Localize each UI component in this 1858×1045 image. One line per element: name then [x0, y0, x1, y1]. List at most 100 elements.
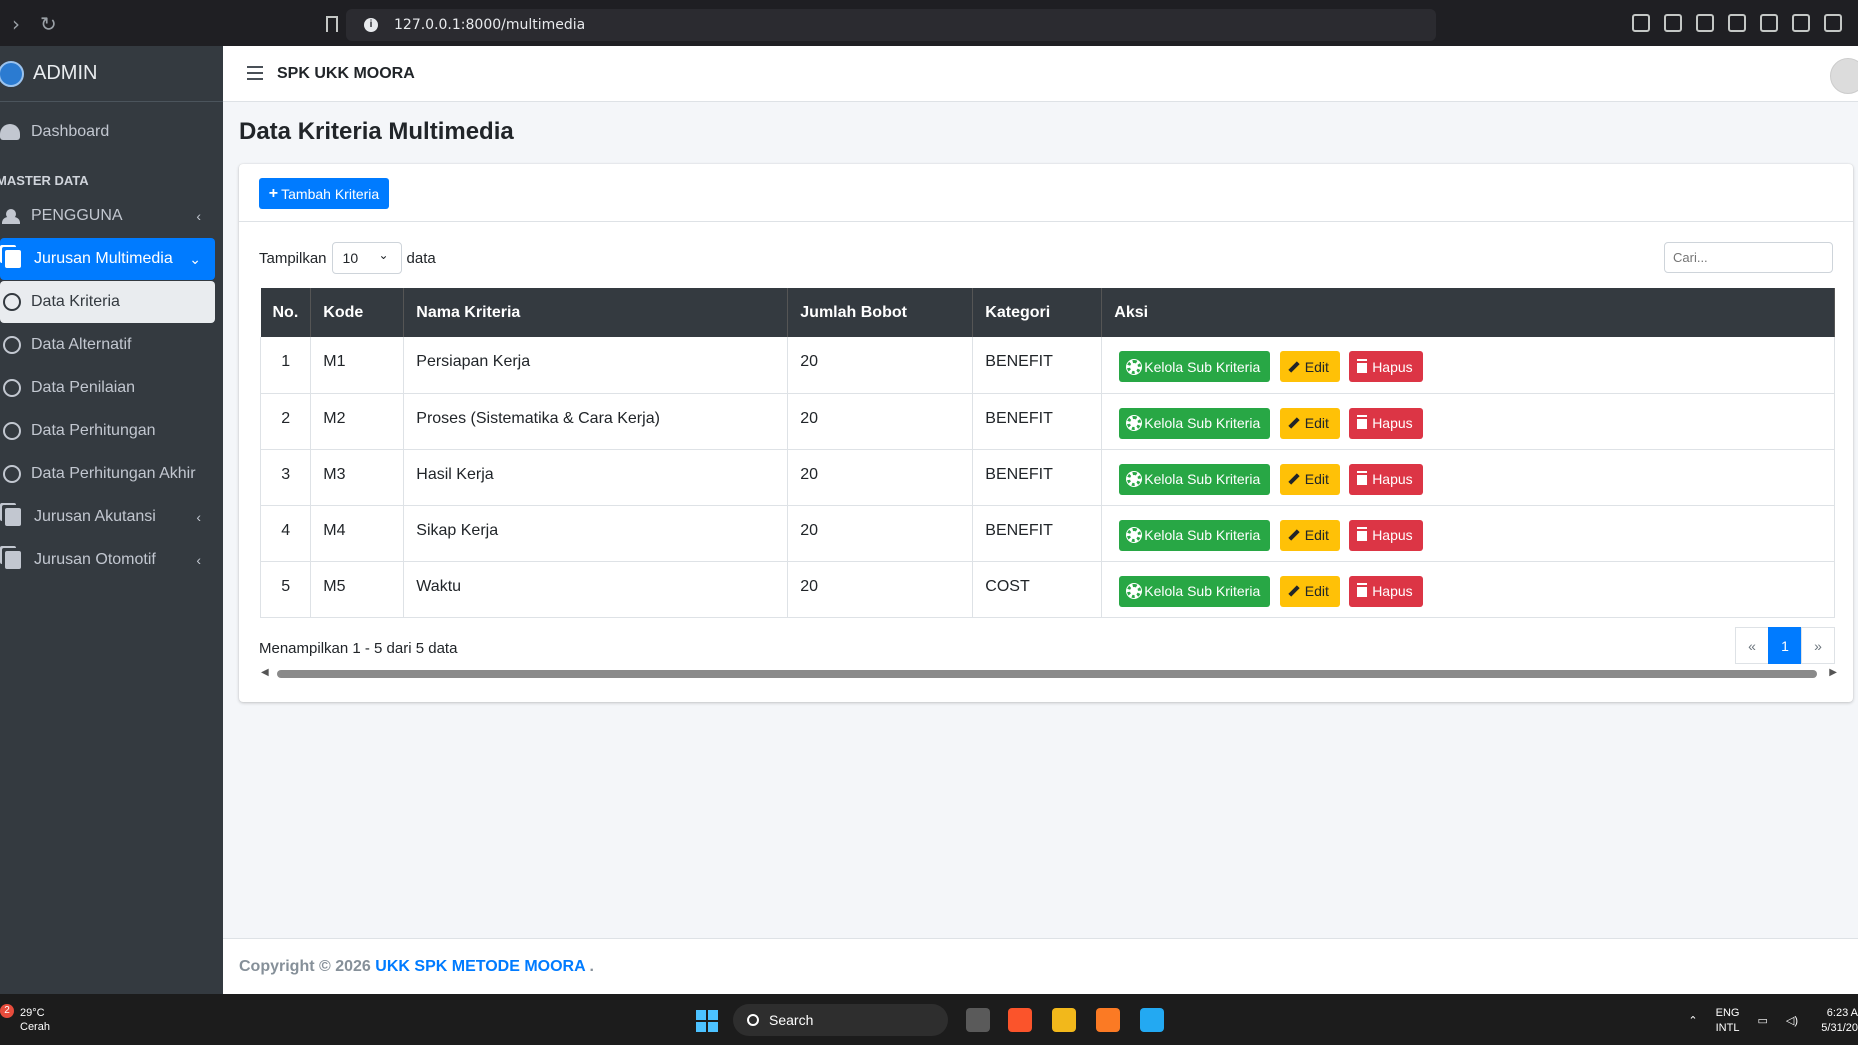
brave-browser-icon[interactable] [1008, 1008, 1032, 1032]
vpn-icon[interactable] [1824, 14, 1842, 32]
horizontal-scrollbar[interactable]: ◀ ▶ [259, 667, 1837, 679]
manage-sub-criteria-button[interactable]: Kelola Sub Kriteria [1119, 463, 1271, 495]
sidebar-item-label: Data Alternatif [31, 336, 132, 353]
delete-button[interactable]: Hapus [1349, 463, 1424, 495]
cell-kode: M1 [310, 337, 405, 394]
bookmark-icon[interactable] [326, 16, 338, 32]
table-row: 2 M2 Proses (Sistematika & Cara Kerja) 2… [259, 393, 1835, 450]
column-header-kode[interactable]: Kode [310, 288, 405, 337]
sidebar-item-jurusan-akutansi[interactable]: Jurusan Akutansi ‹ [0, 496, 215, 538]
vscode-icon[interactable] [1140, 1008, 1164, 1032]
add-criteria-label: Tambah Kriteria [281, 185, 380, 202]
cell-no: 5 [259, 561, 312, 618]
reload-icon[interactable]: ↻ [40, 12, 57, 36]
delete-button[interactable]: Hapus [1349, 519, 1424, 551]
pencil-icon [1288, 417, 1300, 429]
footer-link[interactable]: UKK SPK METODE MOORA [375, 958, 585, 975]
page-title: Data Kriteria Multimedia [239, 118, 514, 145]
sidebar-item-data-alternatif[interactable]: Data Alternatif [0, 324, 215, 366]
cell-kategori: COST [972, 561, 1103, 618]
brand-text: ADMIN [33, 62, 98, 84]
system-tray: ⌃ ENG INTL ▭ ◁) 6:23 A 5/31/20 [1688, 1006, 1858, 1036]
cell-bobot: 20 [787, 561, 974, 618]
chevron-up-icon[interactable]: ⌃ [1688, 1014, 1697, 1029]
column-header-nama[interactable]: Nama Kriteria [403, 288, 789, 337]
sidebar-item-pengguna[interactable]: PENGGUNA ‹ [0, 195, 215, 237]
sidebar-item-jurusan-multimedia[interactable]: Jurusan Multimedia ⌄ [0, 238, 215, 280]
button-label: Hapus [1372, 415, 1413, 431]
delete-button[interactable]: Hapus [1349, 407, 1424, 439]
button-label: Kelola Sub Kriteria [1144, 583, 1261, 599]
edit-button[interactable]: Edit [1279, 519, 1340, 551]
extensions-icon[interactable] [1632, 14, 1650, 32]
button-label: Kelola Sub Kriteria [1144, 527, 1261, 543]
clock[interactable]: 6:23 A 5/31/20 [1816, 1006, 1858, 1036]
weather-widget[interactable]: 2 29°C Cerah [0, 1004, 50, 1034]
edit-button[interactable]: Edit [1279, 575, 1340, 607]
hamburger-menu-icon[interactable] [247, 66, 263, 80]
circle-icon [3, 336, 21, 354]
cell-kategori: BENEFIT [972, 337, 1103, 394]
column-header-no[interactable]: No. [260, 288, 312, 337]
sidebar-item-jurusan-otomotif[interactable]: Jurusan Otomotif ‹ [0, 539, 215, 581]
address-bar[interactable]: i 127.0.0.1:8000/multimedia [346, 9, 1436, 41]
sidebar-item-label: Data Penilaian [31, 379, 136, 396]
search-input[interactable] [1664, 242, 1833, 273]
scrollbar-thumb[interactable] [277, 670, 1817, 678]
cell-aksi: Kelola Sub Kriteria Edit Hapus [1101, 505, 1835, 562]
manage-sub-criteria-button[interactable]: Kelola Sub Kriteria [1119, 407, 1271, 439]
media-icon[interactable] [1696, 14, 1714, 32]
sidebar-item-data-perhitungan-akhir[interactable]: Data Perhitungan Akhir [0, 453, 215, 495]
sidebar-item-data-kriteria[interactable]: Data Kriteria [0, 281, 215, 323]
sidebar-menu: Dashboard MASTER DATA PENGGUNA ‹ Jurusan… [0, 102, 223, 581]
brand[interactable]: ADMIN [0, 46, 223, 102]
edit-button[interactable]: Edit [1279, 351, 1340, 382]
sidebar-toggle-icon[interactable] [1728, 14, 1746, 32]
search-icon [747, 1014, 759, 1026]
manage-sub-criteria-button[interactable]: Kelola Sub Kriteria [1119, 519, 1271, 551]
url-text[interactable]: 127.0.0.1:8000/multimedia [394, 17, 585, 33]
scroll-left-icon[interactable]: ◀ [261, 667, 269, 678]
card-header: + Tambah Kriteria [239, 164, 1853, 222]
windows-start-icon[interactable] [696, 1010, 718, 1032]
edit-button[interactable]: Edit [1279, 407, 1340, 439]
cell-nama: Sikap Kerja [403, 505, 789, 562]
delete-button[interactable]: Hapus [1349, 575, 1424, 607]
sidebar: ADMIN Dashboard MASTER DATA PENGGUNA ‹ J… [0, 46, 223, 994]
chevron-down-icon: ⌄ [378, 248, 389, 262]
sidebar-item-label: Jurusan Multimedia [34, 250, 173, 267]
sidebar-item-data-perhitungan[interactable]: Data Perhitungan [0, 410, 215, 452]
wallet-icon[interactable] [1760, 14, 1778, 32]
cell-bobot: 20 [787, 505, 974, 562]
forward-icon[interactable]: › [12, 12, 20, 36]
leo-ai-icon[interactable] [1792, 14, 1810, 32]
pagination-page[interactable]: 1 [1768, 627, 1802, 664]
user-avatar[interactable] [1830, 58, 1858, 94]
pagination-next[interactable]: » [1801, 627, 1835, 664]
app-title: SPK UKK MOORA [277, 65, 415, 82]
network-icon[interactable]: ▭ [1757, 1014, 1767, 1029]
pagination-prev[interactable]: « [1735, 627, 1769, 664]
page-length-control: Tampilkan 10 ⌄ data [259, 242, 436, 274]
sidebar-item-dashboard[interactable]: Dashboard [0, 111, 215, 153]
add-criteria-button[interactable]: + Tambah Kriteria [259, 178, 389, 209]
site-info-icon[interactable]: i [364, 18, 378, 32]
column-header-bobot[interactable]: Jumlah Bobot [787, 288, 974, 337]
column-header-kategori[interactable]: Kategori [972, 288, 1103, 337]
downloads-icon[interactable] [1664, 14, 1682, 32]
edit-button[interactable]: Edit [1279, 463, 1340, 495]
volume-icon[interactable]: ◁) [1786, 1014, 1798, 1029]
manage-sub-criteria-button[interactable]: Kelola Sub Kriteria [1119, 351, 1271, 382]
cell-no: 4 [259, 505, 312, 562]
sidebar-item-data-penilaian[interactable]: Data Penilaian [0, 367, 215, 409]
scroll-right-icon[interactable]: ▶ [1829, 667, 1837, 678]
manage-sub-criteria-button[interactable]: Kelola Sub Kriteria [1119, 575, 1271, 607]
sidebar-item-label: Jurusan Akutansi [34, 508, 156, 525]
task-view-icon[interactable] [966, 1008, 990, 1032]
file-explorer-icon[interactable] [1052, 1008, 1076, 1032]
delete-button[interactable]: Hapus [1349, 351, 1424, 382]
language-indicator[interactable]: ENG INTL [1716, 1006, 1740, 1036]
page-length-select[interactable]: 10 ⌄ [331, 242, 402, 274]
xampp-icon[interactable] [1096, 1008, 1120, 1032]
taskbar-search[interactable]: Search [733, 1004, 948, 1036]
